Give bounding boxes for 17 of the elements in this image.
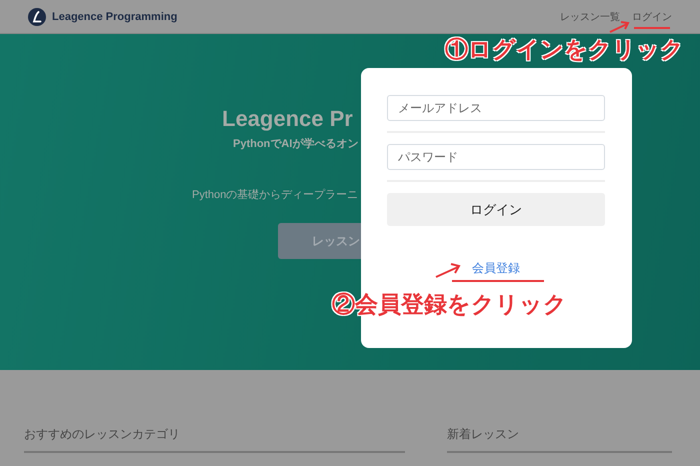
hero-title: Leagence Pr [222,106,353,132]
login-button[interactable]: ログイン [387,193,605,226]
section-heading: おすすめのレッスンカテゴリ [24,426,405,453]
hero-description: Pythonの基礎からディープラーニ [192,188,358,202]
hero-subtitle: PythonでAIが学べるオン [233,136,358,151]
register-link[interactable]: 会員登録 [472,260,520,277]
nav-link[interactable]: ログイン [632,10,672,24]
arrow-mark [610,21,630,33]
section-heading: 新着レッスン [447,426,672,453]
email-field[interactable]: メールアドレス [387,95,605,121]
underline-mark [634,27,670,29]
password-field[interactable]: パスワード [387,144,605,170]
arrow-mark [436,263,461,278]
annotation-text: ①ログインをクリック [445,35,684,64]
nav-link[interactable]: レッスン一覧 [560,10,620,24]
logo-icon [28,8,46,26]
site-logo[interactable]: Leagence Programming [52,10,178,22]
